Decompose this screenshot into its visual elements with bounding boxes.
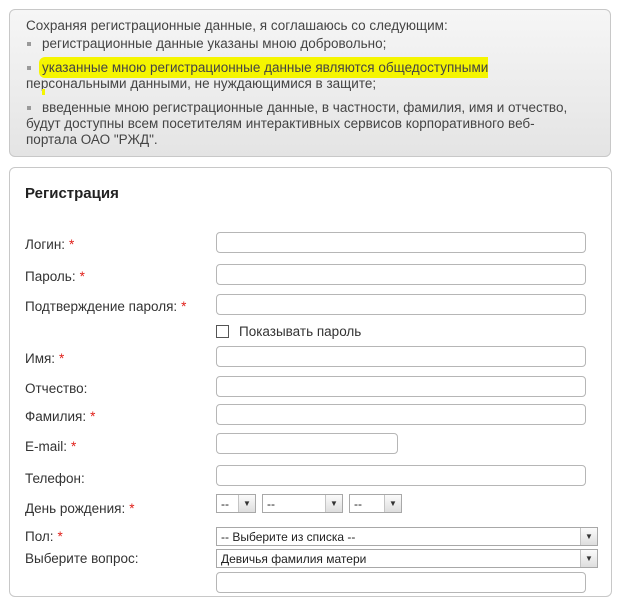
show-password-checkbox[interactable] (216, 325, 229, 338)
first-name-label: Имя: * (25, 351, 65, 366)
registration-title: Регистрация (25, 185, 119, 202)
required-marker: * (59, 351, 65, 366)
email-input[interactable] (216, 433, 398, 454)
confirm-password-label: Подтверждение пароля: * (25, 299, 187, 314)
first-name-input[interactable] (216, 346, 586, 367)
last-name-label: Фамилия: * (25, 409, 96, 424)
chevron-down-icon[interactable]: ▼ (580, 528, 597, 545)
patronymic-label: Отчество: (25, 381, 88, 396)
show-password-label: Показывать пароль (239, 324, 362, 339)
email-label: E-mail: * (25, 439, 77, 454)
agreement-list: регистрационные данные указаны мною добр… (26, 36, 596, 148)
bullet-icon (27, 42, 31, 46)
agreement-item-public-data: указанные мною регистрационные данные яв… (26, 60, 596, 92)
chevron-down-icon[interactable]: ▼ (580, 550, 597, 567)
password-input[interactable] (216, 264, 586, 285)
chevron-down-icon[interactable]: ▼ (238, 495, 255, 512)
gender-select[interactable]: -- Выберите из списка -- ▼ (216, 527, 598, 546)
phone-label: Телефон: (25, 471, 85, 486)
password-label: Пароль: * (25, 269, 85, 284)
patronymic-input[interactable] (216, 376, 586, 397)
required-marker: * (79, 269, 85, 284)
agreement-intro: Сохраняя регистрационные данные, я согла… (26, 18, 448, 33)
birthday-label: День рождения: * (25, 501, 135, 516)
chevron-down-icon[interactable]: ▼ (325, 495, 342, 512)
bullet-icon (27, 66, 31, 70)
phone-input[interactable] (216, 465, 586, 486)
agreement-box: Сохраняя регистрационные данные, я согла… (9, 9, 611, 157)
birthday-year-select[interactable]: -- ▼ (349, 494, 402, 513)
question-label: Выберите вопрос: (25, 551, 139, 566)
login-input[interactable] (216, 232, 586, 253)
confirm-password-input[interactable] (216, 294, 586, 315)
agreement-item-visibility: введенные мною регистрационные данные, в… (26, 100, 568, 147)
required-marker: * (71, 439, 77, 454)
registration-panel: Регистрация Логин: * Пароль: * Подтвержден… (9, 167, 612, 597)
last-name-input[interactable] (216, 404, 586, 425)
birthday-day-select[interactable]: -- ▼ (216, 494, 256, 513)
required-marker: * (57, 529, 63, 544)
chevron-down-icon[interactable]: ▼ (384, 495, 401, 512)
login-label: Логин: * (25, 237, 75, 252)
birthday-month-select[interactable]: -- ▼ (262, 494, 343, 513)
required-marker: * (129, 501, 135, 516)
security-answer-input[interactable] (216, 572, 586, 593)
security-question-select[interactable]: Девичья фамилия матери ▼ (216, 549, 598, 568)
required-marker: * (69, 237, 75, 252)
required-marker: * (90, 409, 96, 424)
agreement-item-voluntary: регистрационные данные указаны мною добр… (26, 36, 596, 52)
gender-label: Пол: * (25, 529, 63, 544)
bullet-icon (27, 106, 31, 110)
show-password-toggle[interactable]: Показывать пароль (216, 324, 361, 339)
required-marker: * (181, 299, 187, 314)
